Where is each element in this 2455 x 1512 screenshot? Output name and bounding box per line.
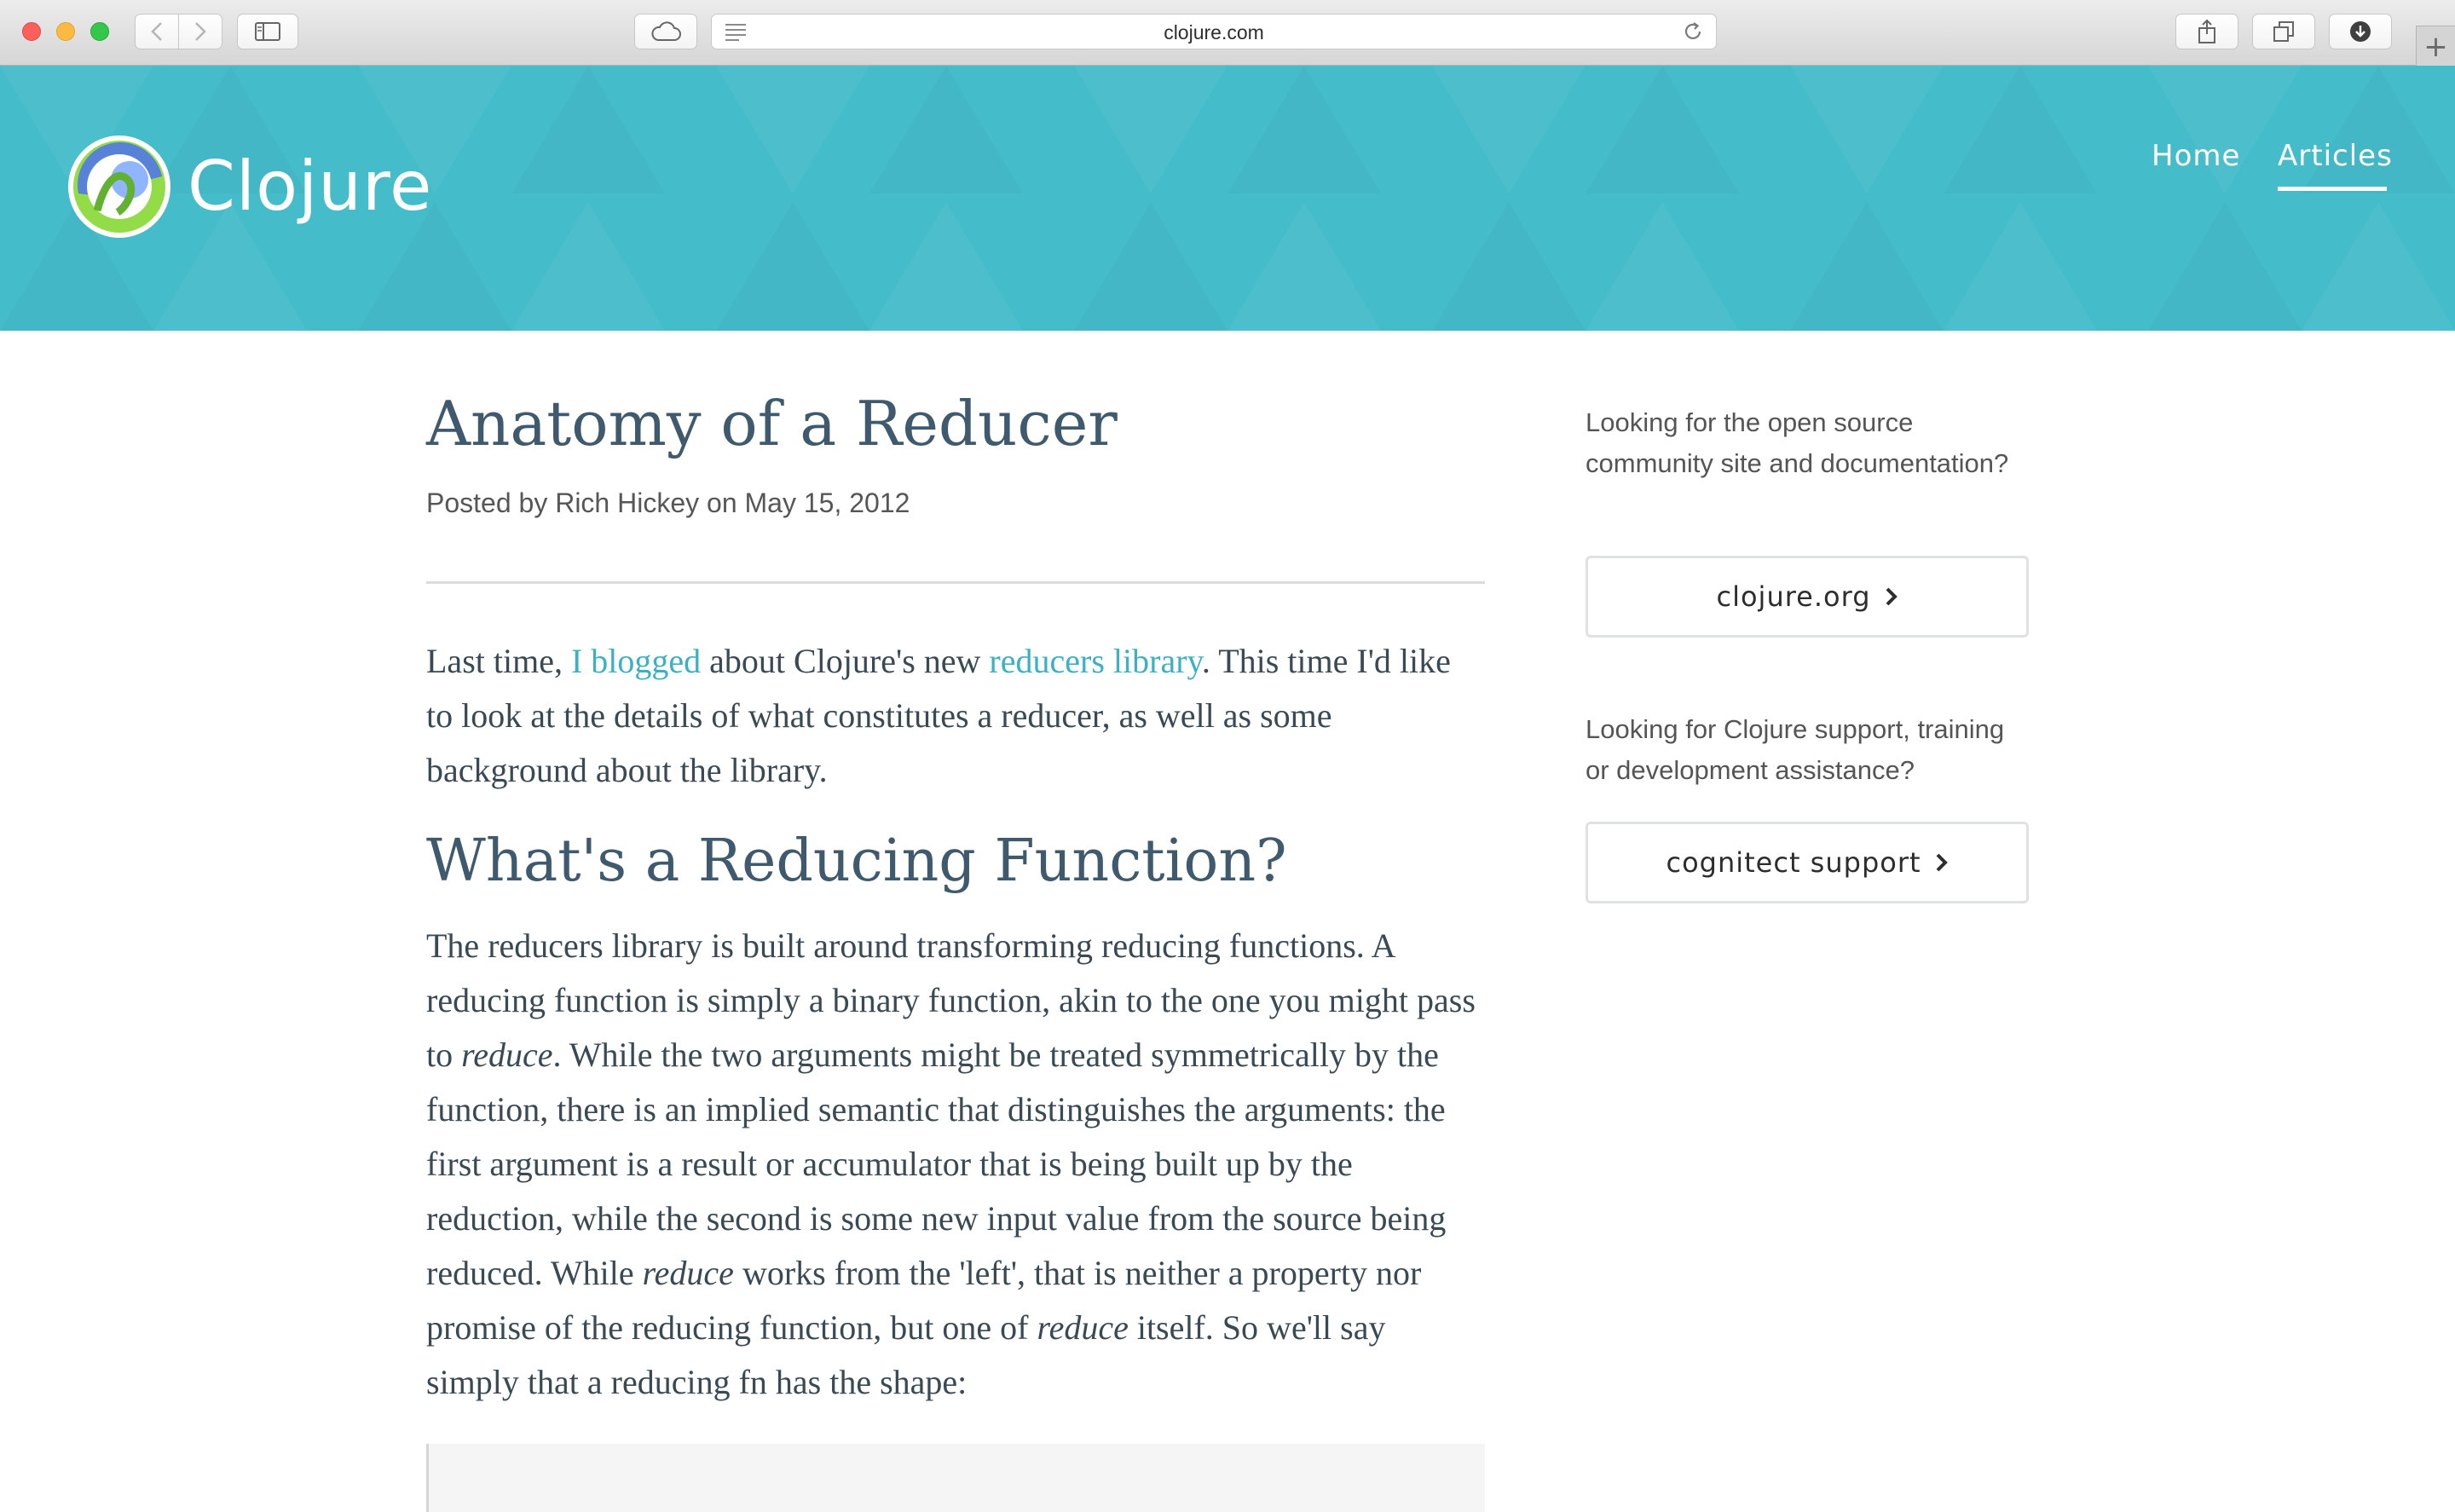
- back-button[interactable]: [135, 14, 179, 49]
- address-bar[interactable]: clojure.com: [711, 14, 1717, 49]
- clojure-org-label: clojure.org: [1716, 580, 1871, 613]
- sidebar-button[interactable]: [237, 14, 298, 49]
- code-block: [426, 1444, 1485, 1512]
- back-icon: [151, 22, 162, 41]
- cognitect-support-button[interactable]: cognitect support: [1586, 822, 2029, 903]
- share-button[interactable]: [2175, 14, 2238, 49]
- article-byline: Posted by Rich Hickey on May 15, 2012: [426, 488, 910, 518]
- close-window-button[interactable]: [22, 22, 41, 41]
- support-prompt: Looking for Clojure support, training or…: [1586, 714, 2005, 785]
- chevron-right-icon: [1886, 587, 1898, 606]
- section-heading: What's a Reducing Function?: [426, 828, 1287, 895]
- cognitect-support-label: cognitect support: [1666, 846, 1921, 879]
- site-header: Clojure Home Articles: [0, 66, 2455, 331]
- share-icon: [2198, 19, 2215, 43]
- intro-text-2: about Clojure's new: [701, 642, 990, 680]
- intro-paragraph: Last time, I blogged about Clojure's new…: [426, 634, 1485, 798]
- url-text[interactable]: clojure.com: [712, 21, 1716, 44]
- chevron-right-icon: [1936, 853, 1948, 872]
- open-source-prompt: Looking for the open source community si…: [1586, 407, 2009, 478]
- nav-articles-link[interactable]: Articles: [2278, 137, 2393, 175]
- article-title: Anatomy of a Reducer: [426, 388, 1118, 459]
- new-tab-icon: +: [2423, 29, 2448, 64]
- downloads-icon: [2350, 21, 2371, 42]
- show-tabs-button[interactable]: [2252, 14, 2315, 49]
- sidebar-icon: [255, 22, 280, 41]
- reducers-library-link[interactable]: reducers library: [989, 642, 1202, 680]
- nav-active-indicator: [2278, 187, 2387, 191]
- clojure-logo-icon[interactable]: [66, 134, 172, 239]
- reduce-emphasis: reduce: [461, 1036, 553, 1074]
- icloud-tabs-button[interactable]: [634, 14, 697, 49]
- downloads-button[interactable]: [2329, 14, 2392, 49]
- forward-icon: [195, 22, 206, 41]
- intro-text-1: Last time,: [426, 642, 571, 680]
- i-blogged-link[interactable]: I blogged: [571, 642, 701, 680]
- icloud-tabs-icon: [651, 21, 681, 41]
- reducing-function-paragraph: The reducers library is built around tra…: [426, 919, 1485, 1410]
- minimize-window-button[interactable]: [56, 22, 75, 41]
- new-tab-button[interactable]: +: [2416, 26, 2455, 66]
- tabs-icon: [2273, 21, 2294, 42]
- zoom-window-button[interactable]: [90, 22, 109, 41]
- browser-toolbar: clojure.com +: [0, 0, 2455, 66]
- nav-home-link[interactable]: Home: [2152, 137, 2240, 175]
- title-divider: [426, 581, 1485, 584]
- reduce-emphasis: reduce: [642, 1254, 734, 1292]
- reduce-emphasis: reduce: [1037, 1308, 1129, 1347]
- brand-wordmark[interactable]: Clojure: [188, 144, 432, 229]
- forward-button[interactable]: [178, 14, 222, 49]
- clojure-org-button[interactable]: clojure.org: [1586, 556, 2029, 638]
- reload-icon[interactable]: [1682, 20, 1704, 43]
